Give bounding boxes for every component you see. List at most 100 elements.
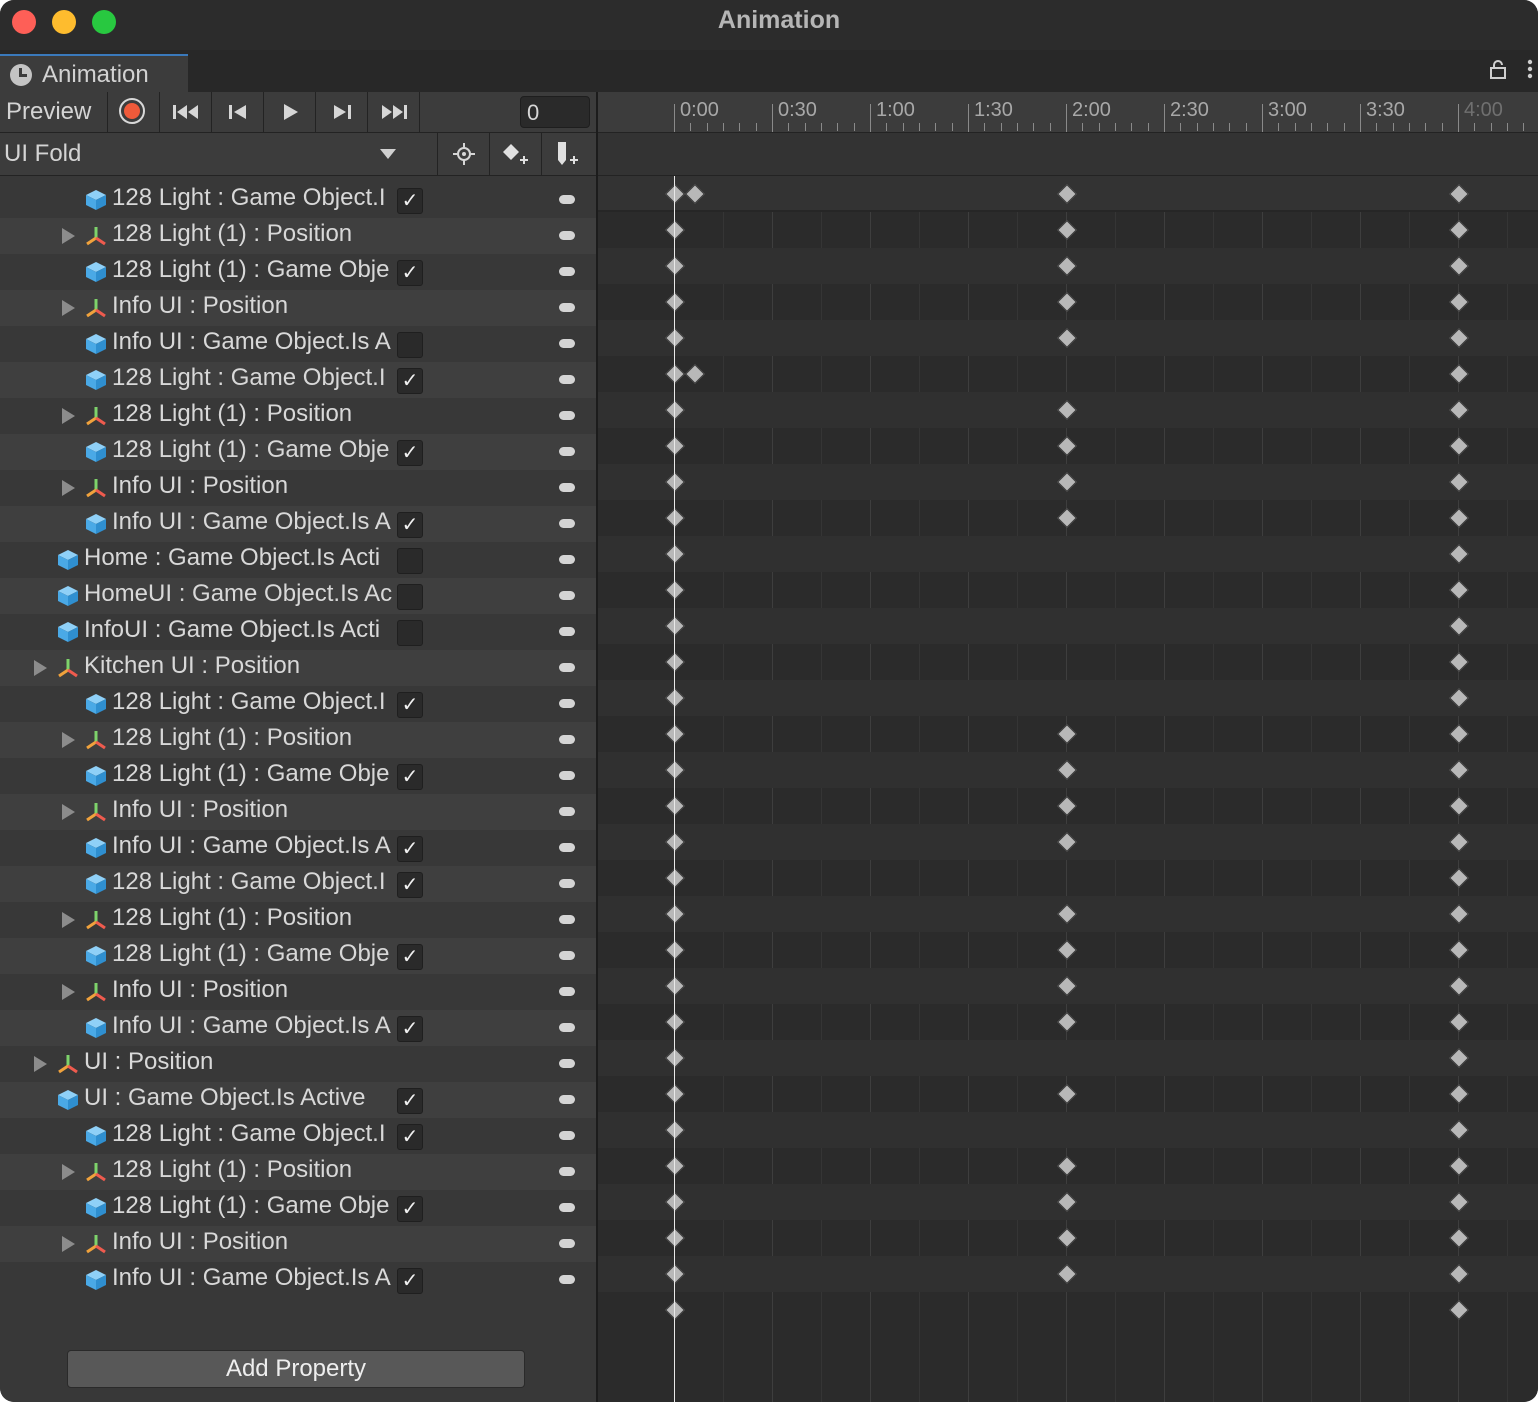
property-row[interactable]: Info UI : Game Object.Is A ✓ [0, 1010, 596, 1046]
keyframe-diamond[interactable] [665, 1120, 685, 1140]
curve-toggle-icon[interactable] [559, 591, 575, 600]
curve-toggle-icon[interactable] [559, 555, 575, 564]
keyframe-diamond[interactable] [1057, 976, 1077, 996]
event-bar[interactable] [598, 133, 1538, 176]
keyframe-row[interactable] [598, 1004, 1538, 1040]
value-checkbox[interactable]: ✓ [397, 440, 423, 466]
keyframe-row[interactable] [598, 932, 1538, 968]
curve-toggle-icon[interactable] [559, 699, 575, 708]
value-checkbox[interactable]: ✓ [397, 260, 423, 286]
keyframe-diamond[interactable] [1057, 436, 1077, 456]
keyframe-row[interactable] [598, 356, 1538, 392]
value-checkbox[interactable]: ✓ [397, 188, 423, 214]
keyframe-row[interactable] [598, 1148, 1538, 1184]
frame-field[interactable]: 0 [520, 96, 590, 128]
curve-toggle-icon[interactable] [559, 915, 575, 924]
keyframe-diamond[interactable] [1449, 1264, 1469, 1284]
keyframe-diamond[interactable] [665, 760, 685, 780]
value-checkbox[interactable]: ✓ [397, 836, 423, 862]
keyframe-row[interactable] [598, 320, 1538, 356]
keyframe-diamond[interactable] [665, 1228, 685, 1248]
keyframe-diamond[interactable] [1449, 328, 1469, 348]
value-checkbox[interactable] [397, 584, 423, 610]
keyframe-diamond[interactable] [1449, 544, 1469, 564]
lock-icon[interactable] [1490, 60, 1506, 80]
keyframe-diamond[interactable] [1057, 724, 1077, 744]
keyframe-row[interactable] [598, 212, 1538, 248]
curve-toggle-icon[interactable] [559, 771, 575, 780]
value-checkbox[interactable]: ✓ [397, 1088, 423, 1114]
property-row[interactable]: Info UI : Position [0, 470, 596, 506]
keyframe-diamond[interactable] [1057, 1228, 1077, 1248]
curve-toggle-icon[interactable] [559, 411, 575, 420]
prev-key-button[interactable] [212, 92, 264, 132]
property-row[interactable]: InfoUI : Game Object.Is Acti [0, 614, 596, 650]
keyframe-diamond[interactable] [1449, 364, 1469, 384]
keyframe-diamond[interactable] [1449, 292, 1469, 312]
keyframe-diamond[interactable] [1057, 796, 1077, 816]
more-options-icon[interactable] [1527, 58, 1535, 80]
keyframe-row[interactable] [598, 1220, 1538, 1256]
playhead-line[interactable] [674, 92, 675, 1402]
keyframe-row[interactable] [598, 608, 1538, 644]
keyframe-row[interactable] [598, 464, 1538, 500]
property-row[interactable]: Kitchen UI : Position [0, 650, 596, 686]
keyframe-diamond[interactable] [1057, 220, 1077, 240]
next-key-button[interactable] [316, 92, 368, 132]
keyframe-diamond[interactable] [665, 1192, 685, 1212]
curve-toggle-icon[interactable] [559, 1059, 575, 1068]
filter-target-button[interactable] [438, 133, 490, 175]
last-key-button[interactable] [368, 92, 420, 132]
curve-toggle-icon[interactable] [559, 267, 575, 276]
property-row[interactable]: Info UI : Game Object.Is A ✓ [0, 506, 596, 542]
keyframe-diamond[interactable] [665, 220, 685, 240]
value-checkbox[interactable]: ✓ [397, 872, 423, 898]
keyframe-diamond[interactable] [1449, 868, 1469, 888]
keyframe-diamond[interactable] [665, 1156, 685, 1176]
keyframe-diamond[interactable] [1057, 400, 1077, 420]
curve-toggle-icon[interactable] [559, 843, 575, 852]
keyframe-diamond[interactable] [665, 904, 685, 924]
keyframe-diamond[interactable] [1449, 1228, 1469, 1248]
keyframe-row[interactable] [598, 968, 1538, 1004]
value-checkbox[interactable]: ✓ [397, 1268, 423, 1294]
value-checkbox[interactable]: ✓ [397, 944, 423, 970]
keyframe-diamond[interactable] [665, 508, 685, 528]
expand-arrow-icon[interactable] [34, 1056, 47, 1072]
keyframe-row[interactable] [598, 572, 1538, 608]
keyframe-diamond[interactable] [665, 1264, 685, 1284]
value-checkbox[interactable]: ✓ [397, 368, 423, 394]
keyframe-diamond[interactable] [1449, 904, 1469, 924]
keyframe-row[interactable] [598, 824, 1538, 860]
property-row[interactable]: UI : Position [0, 1046, 596, 1082]
property-row[interactable]: Info UI : Game Object.Is A [0, 326, 596, 362]
keyframe-row[interactable] [598, 248, 1538, 284]
keyframe-diamond[interactable] [1057, 292, 1077, 312]
keyframe-diamond[interactable] [665, 436, 685, 456]
curve-toggle-icon[interactable] [559, 303, 575, 312]
keyframe-diamond[interactable] [1057, 472, 1077, 492]
value-checkbox[interactable] [397, 548, 423, 574]
keyframe-row[interactable] [598, 680, 1538, 716]
curve-toggle-icon[interactable] [559, 987, 575, 996]
keyframe-row[interactable] [598, 1076, 1538, 1112]
keyframe-diamond[interactable] [665, 616, 685, 636]
expand-arrow-icon[interactable] [62, 912, 75, 928]
keyframe-diamond[interactable] [684, 364, 705, 384]
keyframe-row[interactable] [598, 752, 1538, 788]
keyframe-diamond[interactable] [1449, 256, 1469, 276]
keyframe-row[interactable] [598, 428, 1538, 464]
keyframe-diamond[interactable] [665, 292, 685, 312]
play-button[interactable] [264, 92, 316, 132]
keyframe-row[interactable] [598, 500, 1538, 536]
property-row[interactable]: Home : Game Object.Is Acti [0, 542, 596, 578]
curve-toggle-icon[interactable] [559, 1239, 575, 1248]
keyframe-diamond[interactable] [1449, 1120, 1469, 1140]
keyframe-diamond[interactable] [1449, 1048, 1469, 1068]
keyframe-diamond[interactable] [1449, 940, 1469, 960]
property-row[interactable]: 128 Light (1) : Position [0, 902, 596, 938]
keyframe-diamond[interactable] [1057, 508, 1077, 528]
value-checkbox[interactable]: ✓ [397, 1124, 423, 1150]
keyframe-row[interactable] [598, 896, 1538, 932]
record-button[interactable] [108, 92, 160, 132]
